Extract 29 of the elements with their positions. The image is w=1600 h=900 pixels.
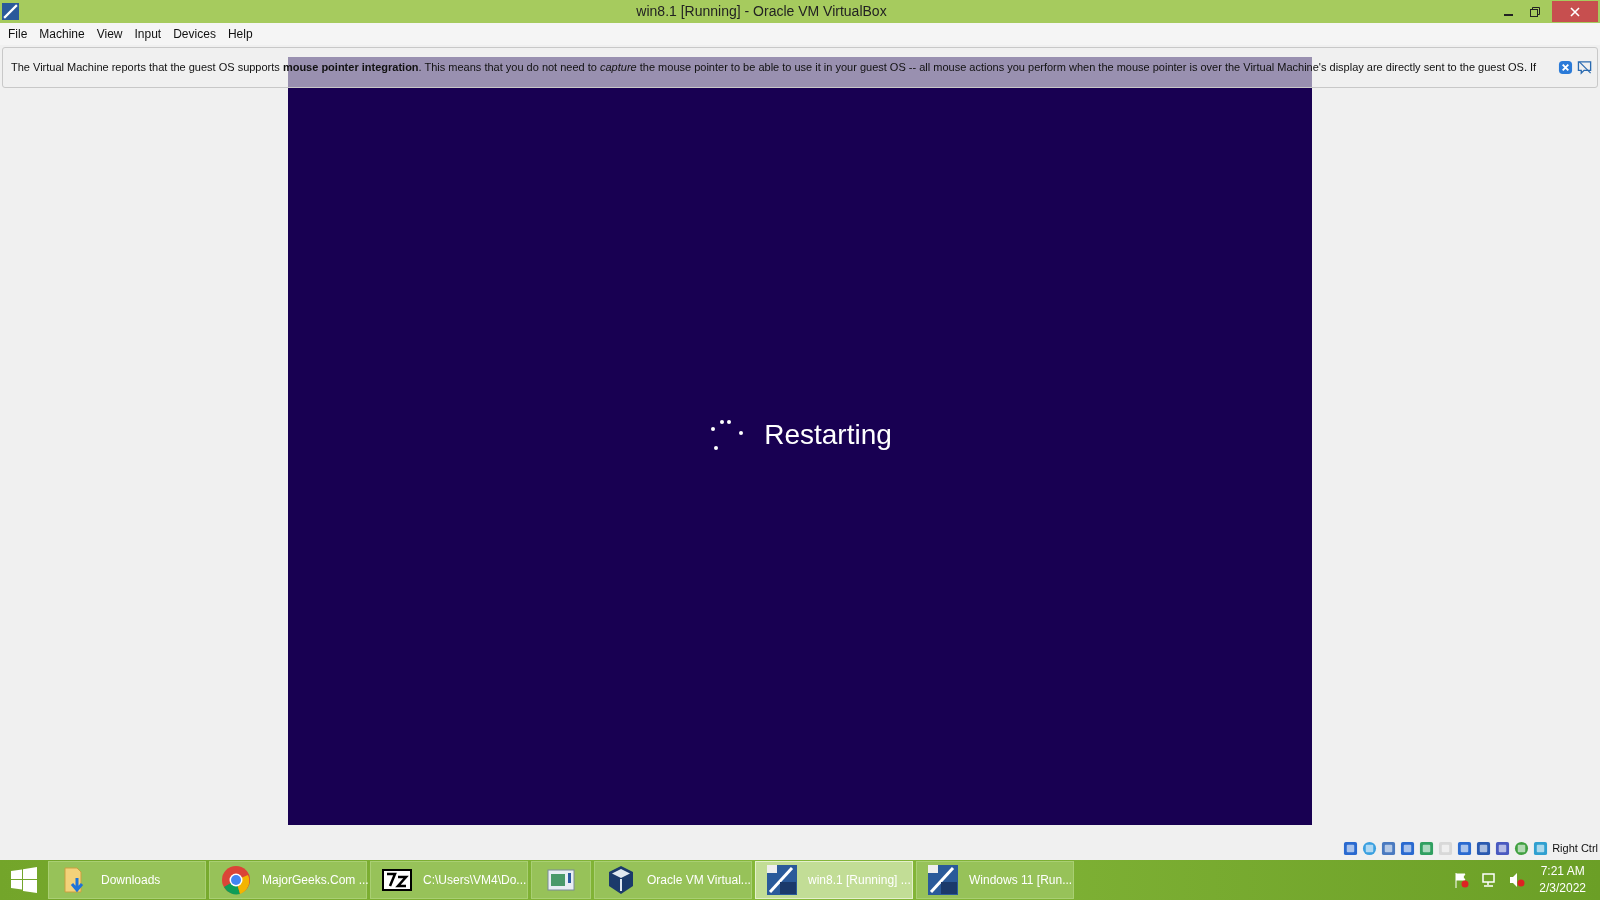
taskbar-button[interactable]: Oracle VM Virtual... — [594, 861, 752, 899]
restore-icon[interactable] — [1530, 6, 1540, 17]
taskbar-button[interactable]: Downloads — [48, 861, 206, 899]
clock-time[interactable]: 7:21 AM — [1540, 863, 1585, 880]
taskbar-button[interactable]: Windows 11 [Run... — [916, 861, 1074, 899]
pointer-icon[interactable] — [1577, 60, 1593, 75]
status-text: Restarting — [764, 418, 892, 452]
clock-date[interactable]: 2/3/2022 — [1539, 880, 1586, 897]
menu-item[interactable]: Input — [128, 25, 168, 43]
app-icon — [2, 3, 19, 20]
browser-icon — [220, 864, 252, 896]
vm-icon — [927, 864, 959, 896]
taskbar-button[interactable]: C:\Users\VM4\Do... — [370, 861, 528, 899]
window-title: win8.1 [Running] - Oracle VM VirtualBox — [635, 2, 888, 21]
close-button[interactable] — [1552, 1, 1598, 22]
menu-item[interactable]: Devices — [167, 25, 222, 43]
windows-logo-icon — [11, 867, 37, 893]
menu-item[interactable]: View — [90, 25, 129, 43]
taskbar-button[interactable]: MajorGeeks.Com ... — [209, 861, 367, 899]
flag-icon[interactable] — [1453, 872, 1470, 888]
speaker-muted-icon[interactable] — [1509, 872, 1526, 888]
close-icon — [1570, 6, 1580, 17]
close-icon[interactable] — [1558, 60, 1573, 75]
vm-icon — [766, 864, 798, 896]
menu-item[interactable]: Machine — [33, 25, 91, 43]
host-key-label: Right Ctrl — [1552, 840, 1598, 856]
taskbar-button[interactable] — [531, 861, 591, 899]
menu-item[interactable]: Help — [221, 25, 259, 43]
menu-item[interactable]: File — [2, 25, 34, 43]
